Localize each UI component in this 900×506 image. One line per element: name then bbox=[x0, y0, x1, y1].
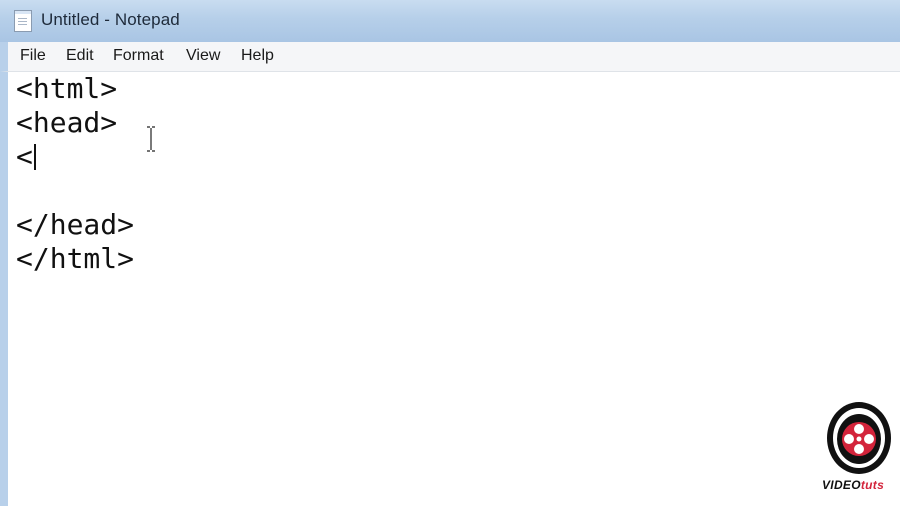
window-title: Untitled - Notepad bbox=[41, 10, 180, 29]
menu-file[interactable]: File bbox=[20, 47, 46, 65]
editor-line: <html> bbox=[16, 72, 118, 105]
text-caret bbox=[33, 144, 36, 170]
editor-line: </head> bbox=[16, 208, 135, 241]
notepad-window: Untitled - Notepad File Edit Format View… bbox=[0, 0, 900, 506]
text-editor-area[interactable]: <html> <head> < </head> </html> bbox=[0, 72, 900, 506]
menu-help[interactable]: Help bbox=[241, 47, 274, 65]
videotuts-logo: VIDEOtuts bbox=[818, 398, 900, 498]
menu-format[interactable]: Format bbox=[113, 47, 164, 65]
film-reel-icon bbox=[827, 402, 891, 474]
logo-text-tuts: tuts bbox=[860, 478, 885, 492]
notepad-icon bbox=[14, 10, 32, 32]
menu-edit[interactable]: Edit bbox=[66, 47, 94, 65]
editor-line: </html> bbox=[16, 242, 135, 275]
editor-text: <html> <head> < </head> </html> bbox=[16, 72, 134, 276]
text-ibeam-cursor bbox=[147, 126, 155, 152]
menu-bar: File Edit Format View Help bbox=[0, 42, 900, 72]
logo-text-video: VIDEO bbox=[822, 478, 861, 492]
editor-line-with-caret: < bbox=[16, 140, 134, 174]
logo-wordmark: VIDEOtuts bbox=[822, 478, 884, 492]
title-bar[interactable]: Untitled - Notepad bbox=[0, 0, 900, 43]
editor-line-text: < bbox=[16, 140, 33, 173]
editor-line: <head> bbox=[16, 106, 118, 139]
menu-view[interactable]: View bbox=[186, 47, 220, 65]
